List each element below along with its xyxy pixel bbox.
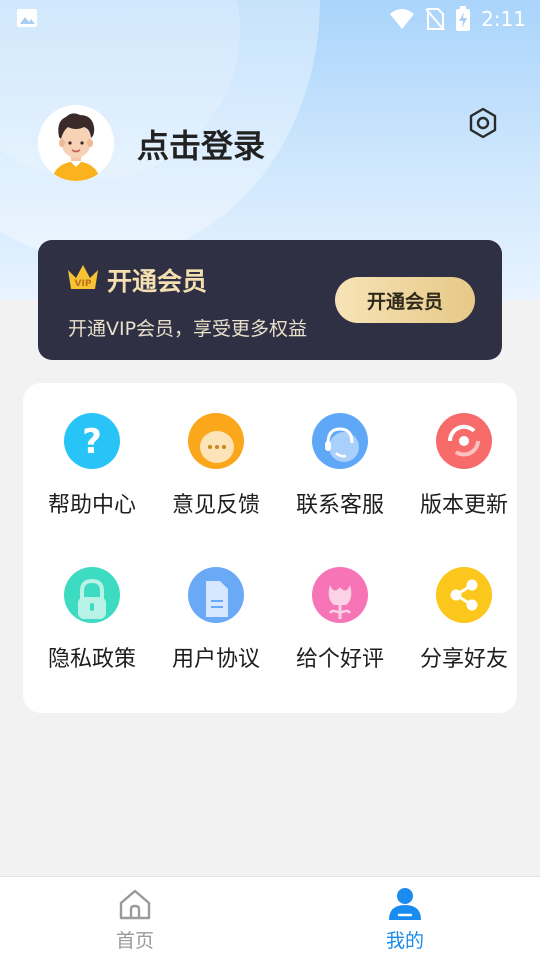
profile-icon — [389, 888, 421, 920]
feedback-icon — [188, 413, 244, 469]
menu-item-label: 帮助中心 — [47, 493, 136, 518]
nav-label-profile: 我的 — [385, 930, 424, 952]
customer-service-icon — [312, 413, 368, 469]
menu-item-version-update[interactable]: 版本更新 — [402, 413, 526, 533]
settings-hexagon-icon[interactable] — [466, 106, 500, 140]
menu-item-label: 用户协议 — [171, 647, 260, 672]
status-time: 2:11 — [481, 7, 526, 31]
menu-item-feedback[interactable]: 意见反馈 — [154, 413, 278, 533]
menu-item-help[interactable]: ? 帮助中心 — [30, 413, 154, 533]
bottom-nav: 首页 我的 — [0, 876, 540, 960]
vip-subtitle: 开通VIP会员，享受更多权益 — [68, 318, 308, 340]
menu-item-label: 联系客服 — [295, 493, 384, 518]
menu-item-rate[interactable]: 给个好评 — [278, 567, 402, 687]
menu-item-label: 隐私政策 — [47, 647, 136, 672]
menu-item-label: 分享好友 — [419, 647, 508, 672]
menu-item-user-agreement[interactable]: 用户协议 — [154, 567, 278, 687]
svg-text:VIP: VIP — [75, 279, 92, 289]
version-update-icon — [436, 413, 492, 469]
user-agreement-icon — [188, 567, 244, 623]
nav-item-home[interactable]: 首页 — [0, 877, 270, 960]
vip-title: 开通会员 — [107, 267, 208, 296]
avatar[interactable] — [38, 105, 114, 181]
open-vip-button[interactable]: 开通会员 — [335, 277, 475, 323]
menu-item-label: 给个好评 — [295, 647, 384, 672]
login-label[interactable]: 点击登录 — [137, 121, 265, 167]
vip-crown-icon: VIP — [68, 265, 98, 289]
avatar-cartoon-icon — [38, 105, 114, 181]
battery-charging-icon — [456, 6, 471, 31]
menu-item-label: 意见反馈 — [171, 493, 260, 518]
nav-label-home: 首页 — [115, 930, 154, 952]
svg-text:?: ? — [82, 422, 102, 462]
gallery-icon — [17, 9, 37, 27]
menu-card: ? 帮助中心 意见反馈 联系客服 版本更新 隐私政策 用户协议 给个好评 分享好… — [23, 383, 517, 713]
no-sim-icon — [425, 8, 445, 31]
menu-item-share[interactable]: 分享好友 — [402, 567, 526, 687]
home-icon — [119, 889, 151, 920]
status-bar: 2:11 — [0, 0, 540, 38]
privacy-lock-icon — [64, 567, 120, 623]
menu-item-privacy[interactable]: 隐私政策 — [30, 567, 154, 687]
wifi-icon — [390, 9, 415, 29]
share-icon — [436, 567, 492, 623]
rate-flower-icon — [312, 567, 368, 623]
menu-item-label: 版本更新 — [419, 493, 508, 518]
help-icon: ? — [64, 413, 120, 469]
vip-card[interactable]: VIP 开通会员 开通VIP会员，享受更多权益 开通会员 — [38, 240, 502, 360]
menu-item-customer-service[interactable]: 联系客服 — [278, 413, 402, 533]
nav-item-profile[interactable]: 我的 — [270, 877, 540, 960]
